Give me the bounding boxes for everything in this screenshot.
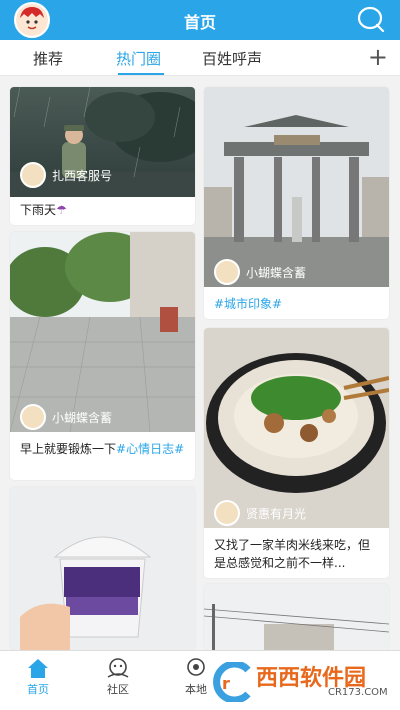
top-bar: 首页 [0, 0, 400, 40]
card-image [204, 584, 389, 650]
tab-public-voice[interactable]: 百姓呼声 [202, 48, 262, 69]
feed-card[interactable] [10, 487, 195, 650]
card-image [204, 87, 389, 287]
topic-tag[interactable]: #心情日志# [116, 442, 184, 456]
author-name: 小蝴蝶含蓄 [246, 265, 307, 280]
author-name: 扎西客服号 [52, 168, 113, 183]
category-tabs: 推荐 热门圈 百姓呼声 + [0, 40, 400, 76]
caption-text: 下雨天 [20, 203, 57, 217]
umbrella-icon: ☂ [56, 203, 67, 217]
search-icon[interactable] [356, 5, 386, 35]
card-author[interactable]: 小蝴蝶含蓄 [214, 259, 306, 285]
author-avatar [20, 404, 46, 430]
feed-card[interactable]: 小蝴蝶含蓄 #城市印象# [204, 87, 389, 319]
page-title: 首页 [183, 13, 216, 32]
nav-community[interactable]: 社区 [88, 657, 148, 697]
nav-label: 本地 [185, 683, 207, 696]
author-avatar [214, 500, 240, 526]
tab-hot-circle[interactable]: 热门圈 [116, 48, 161, 69]
add-tab-button[interactable]: + [368, 43, 388, 71]
caption-text: 早上就要锻炼一下 [20, 442, 117, 456]
card-caption: 又找了一家羊肉米线来吃，但是总感觉和之前不一样... [214, 536, 381, 572]
nav-label: 首页 [27, 683, 49, 696]
topic-tag[interactable]: #城市印象# [214, 297, 282, 311]
feed-card[interactable]: 扎西客服号 下雨天☂ [10, 87, 195, 225]
card-author[interactable]: 小蝴蝶含蓄 [20, 404, 112, 430]
author-avatar [20, 162, 46, 188]
community-icon [107, 658, 129, 678]
home-icon [28, 659, 48, 678]
nav-home[interactable]: 首页 [8, 657, 68, 697]
card-author[interactable]: 扎西客服号 [20, 162, 112, 188]
author-name: 小蝴蝶含蓄 [52, 410, 113, 425]
nav-label: 社区 [107, 683, 129, 696]
svg-text:r: r [222, 674, 230, 693]
feed-card[interactable]: 贤惠有月光 又找了一家羊肉米线来吃，但是总感觉和之前不一样... [204, 328, 389, 578]
feed-card[interactable]: 小蝴蝶含蓄 早上就要锻炼一下#心情日志# [10, 232, 195, 480]
card-image [10, 487, 195, 650]
tab-recommend[interactable]: 推荐 [33, 48, 63, 69]
card-caption: #城市印象# [214, 295, 381, 313]
caption-text: 又找了一家羊肉米线来吃，但是总感觉和之前不一样... [214, 538, 371, 570]
watermark-icon: r [213, 662, 251, 702]
feed-card[interactable] [204, 584, 389, 650]
author-name: 贤惠有月光 [246, 506, 307, 521]
watermark-logo: r 西西软件园 CR173.COM [208, 660, 388, 704]
local-icon [187, 658, 205, 676]
card-image [10, 232, 195, 432]
card-caption: 下雨天☂ [20, 201, 187, 219]
card-caption: 早上就要锻炼一下#心情日志# [20, 440, 187, 458]
card-author[interactable]: 贤惠有月光 [214, 500, 306, 526]
active-tab-indicator [118, 73, 164, 75]
watermark-subtext: CR173.COM [328, 687, 388, 698]
card-image [204, 328, 389, 528]
author-avatar [214, 259, 240, 285]
